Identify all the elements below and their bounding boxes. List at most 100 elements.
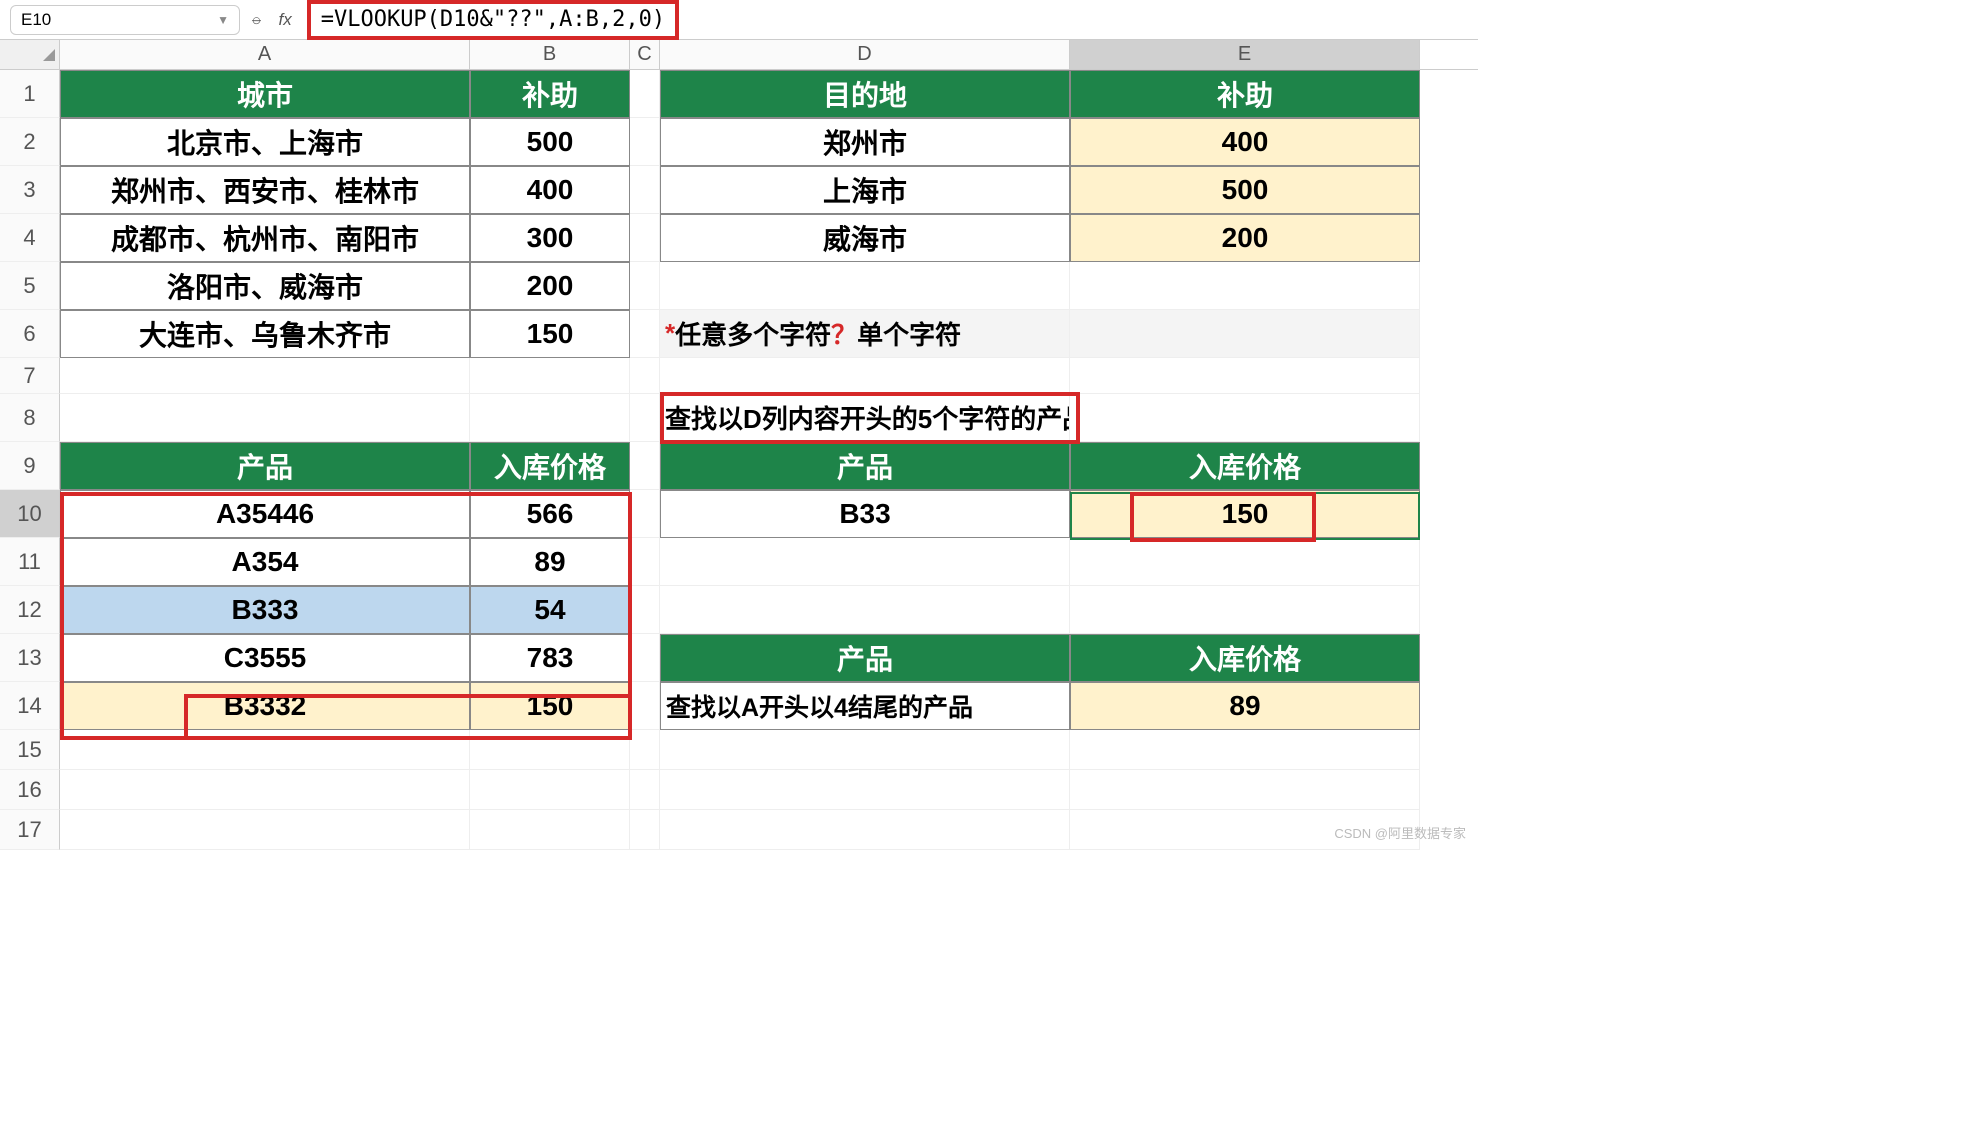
cell-A7[interactable]: [60, 358, 470, 394]
col-header-B[interactable]: B: [470, 40, 630, 69]
cell-B7[interactable]: [470, 358, 630, 394]
cell-D1[interactable]: 目的地: [660, 70, 1070, 118]
cell-C13[interactable]: [630, 634, 660, 682]
cell-C4[interactable]: [630, 214, 660, 262]
row-header-17[interactable]: 17: [0, 810, 60, 850]
cell-B13[interactable]: 783: [470, 634, 630, 682]
cell-C1[interactable]: [630, 70, 660, 118]
cell-A13[interactable]: C3555: [60, 634, 470, 682]
cell-B1[interactable]: 补助: [470, 70, 630, 118]
cell-E14[interactable]: 89: [1070, 682, 1420, 730]
cell-A1[interactable]: 城市: [60, 70, 470, 118]
cell-A11[interactable]: A354: [60, 538, 470, 586]
cell-C5[interactable]: [630, 262, 660, 310]
cell-C7[interactable]: [630, 358, 660, 394]
cell-B14[interactable]: 150: [470, 682, 630, 730]
cell-B2[interactable]: 500: [470, 118, 630, 166]
fx-icon[interactable]: fx: [278, 10, 291, 30]
row-header-1[interactable]: 1: [0, 70, 60, 118]
cell-A8[interactable]: [60, 394, 470, 442]
cell-E3[interactable]: 500: [1070, 166, 1420, 214]
cell-D11[interactable]: [660, 538, 1070, 586]
cell-B4[interactable]: 300: [470, 214, 630, 262]
cell-D17[interactable]: [660, 810, 1070, 850]
row-header-16[interactable]: 16: [0, 770, 60, 810]
cell-A17[interactable]: [60, 810, 470, 850]
col-header-A[interactable]: A: [60, 40, 470, 69]
cell-E12[interactable]: [1070, 586, 1420, 634]
cell-A9[interactable]: 产品: [60, 442, 470, 490]
cell-D13[interactable]: 产品: [660, 634, 1070, 682]
cell-E9[interactable]: 入库价格: [1070, 442, 1420, 490]
cell-A2[interactable]: 北京市、上海市: [60, 118, 470, 166]
select-all-corner[interactable]: [0, 40, 60, 69]
cell-E10[interactable]: 150: [1070, 490, 1420, 538]
row-header-12[interactable]: 12: [0, 586, 60, 634]
row-header-6[interactable]: 6: [0, 310, 60, 358]
cell-B6[interactable]: 150: [470, 310, 630, 358]
cell-E7[interactable]: [1070, 358, 1420, 394]
cell-A12[interactable]: B333: [60, 586, 470, 634]
cell-C8[interactable]: [630, 394, 660, 442]
row-header-9[interactable]: 9: [0, 442, 60, 490]
cell-C17[interactable]: [630, 810, 660, 850]
cell-A5[interactable]: 洛阳市、威海市: [60, 262, 470, 310]
cell-A6[interactable]: 大连市、乌鲁木齐市: [60, 310, 470, 358]
cell-D8[interactable]: 查找以D列内容开头的5个字符的产品: [660, 394, 1070, 442]
col-header-C[interactable]: C: [630, 40, 660, 69]
cell-D7[interactable]: [660, 358, 1070, 394]
cell-D12[interactable]: [660, 586, 1070, 634]
cell-E15[interactable]: [1070, 730, 1420, 770]
name-box[interactable]: E10 ▼: [10, 5, 240, 35]
cell-D3[interactable]: 上海市: [660, 166, 1070, 214]
col-header-E[interactable]: E: [1070, 40, 1420, 69]
row-header-7[interactable]: 7: [0, 358, 60, 394]
formula-input[interactable]: =VLOOKUP(D10&"??",A:B,2,0): [307, 0, 679, 40]
cell-C9[interactable]: [630, 442, 660, 490]
cell-B9[interactable]: 入库价格: [470, 442, 630, 490]
row-header-15[interactable]: 15: [0, 730, 60, 770]
cell-D16[interactable]: [660, 770, 1070, 810]
row-header-8[interactable]: 8: [0, 394, 60, 442]
cell-A14[interactable]: B3332: [60, 682, 470, 730]
cell-B3[interactable]: 400: [470, 166, 630, 214]
cell-C14[interactable]: [630, 682, 660, 730]
cell-D10[interactable]: B33: [660, 490, 1070, 538]
cell-E8[interactable]: [1070, 394, 1420, 442]
cancel-icon[interactable]: ⦵: [250, 11, 263, 29]
cell-D9[interactable]: 产品: [660, 442, 1070, 490]
cell-A10[interactable]: A35446: [60, 490, 470, 538]
cell-C11[interactable]: [630, 538, 660, 586]
row-header-5[interactable]: 5: [0, 262, 60, 310]
cell-D2[interactable]: 郑州市: [660, 118, 1070, 166]
cell-E16[interactable]: [1070, 770, 1420, 810]
cell-A15[interactable]: [60, 730, 470, 770]
cell-E1[interactable]: 补助: [1070, 70, 1420, 118]
row-header-4[interactable]: 4: [0, 214, 60, 262]
cell-E2[interactable]: 400: [1070, 118, 1420, 166]
col-header-D[interactable]: D: [660, 40, 1070, 69]
cell-B15[interactable]: [470, 730, 630, 770]
cell-D4[interactable]: 威海市: [660, 214, 1070, 262]
cell-C12[interactable]: [630, 586, 660, 634]
cell-E13[interactable]: 入库价格: [1070, 634, 1420, 682]
cell-A4[interactable]: 成都市、杭州市、南阳市: [60, 214, 470, 262]
row-header-13[interactable]: 13: [0, 634, 60, 682]
cell-C3[interactable]: [630, 166, 660, 214]
cell-C10[interactable]: [630, 490, 660, 538]
cell-E4[interactable]: 200: [1070, 214, 1420, 262]
cell-D5[interactable]: [660, 262, 1070, 310]
cell-D15[interactable]: [660, 730, 1070, 770]
cell-B11[interactable]: 89: [470, 538, 630, 586]
cell-B17[interactable]: [470, 810, 630, 850]
cell-C6[interactable]: [630, 310, 660, 358]
cell-C16[interactable]: [630, 770, 660, 810]
cell-B16[interactable]: [470, 770, 630, 810]
cell-C15[interactable]: [630, 730, 660, 770]
cell-E5[interactable]: [1070, 262, 1420, 310]
cell-A3[interactable]: 郑州市、西安市、桂林市: [60, 166, 470, 214]
cell-D6[interactable]: * 任意多个字符 ？ 单个字符: [660, 310, 1070, 358]
row-header-3[interactable]: 3: [0, 166, 60, 214]
cell-E6[interactable]: [1070, 310, 1420, 358]
row-header-11[interactable]: 11: [0, 538, 60, 586]
